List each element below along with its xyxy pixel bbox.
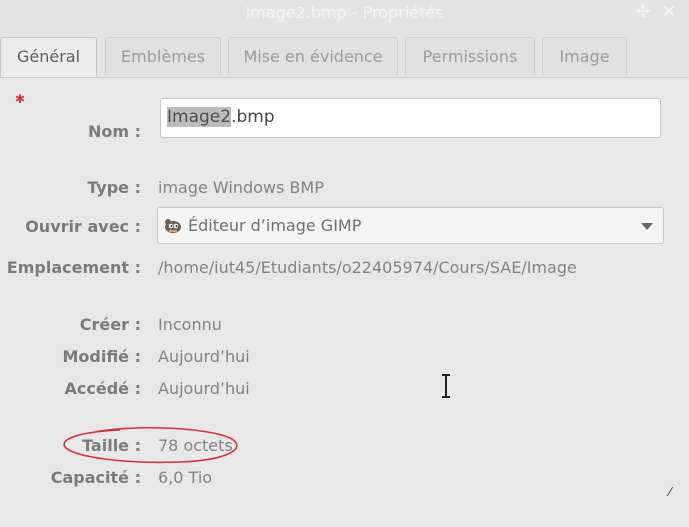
tab-image[interactable]: Image [542,37,627,75]
tab-general[interactable]: Général [0,37,97,78]
red-annotation-circle [63,426,238,464]
close-icon[interactable]: ✕ [662,2,676,22]
tab-emblems[interactable]: Emblèmes [105,37,221,75]
tab-permissions[interactable]: Permissions [405,37,535,75]
capacity-value: 6,0 Tio [158,468,213,487]
modified-label: Modifié : [62,347,141,366]
title-bar: Image2.bmp - Propriétés ✢ ✕ [0,0,689,26]
red-mark-icon: ✱ [15,92,26,106]
name-selected-text: Image2 [167,107,232,127]
name-label: Nom : [87,122,141,141]
name-rest-text: .bmp [231,107,275,127]
window-title: Image2.bmp - Propriétés [245,3,444,22]
gimp-icon [165,219,181,233]
tab-highlight[interactable]: Mise en évidence [228,37,398,75]
resize-grip-icon[interactable]: ⁄ [669,485,671,499]
created-label: Créer : [79,315,141,334]
tab-bar: Général Emblèmes Mise en évidence Permis… [0,37,689,78]
open-with-value: Éditeur d’image GIMP [188,216,362,235]
accessed-value: Aujourd’hui [158,379,250,398]
type-value: image Windows BMP [158,178,324,197]
location-value: /home/iut45/Etudiants/o22405974/Cours/SA… [158,258,577,277]
location-label: Emplacement : [6,258,141,277]
name-input[interactable]: Image2.bmp [160,98,661,138]
open-with-label: Ouvrir avec : [25,217,141,236]
accessed-label: Accédé : [64,379,141,398]
modified-value: Aujourd’hui [158,347,250,366]
open-with-dropdown[interactable]: Éditeur d’image GIMP [157,207,664,244]
capacity-label: Capacité : [50,468,141,487]
chevron-down-icon [641,223,653,230]
pin-icon[interactable]: ✢ [636,2,650,22]
type-label: Type : [87,178,141,197]
text-cursor-icon [442,374,450,398]
created-value: Inconnu [158,315,222,334]
